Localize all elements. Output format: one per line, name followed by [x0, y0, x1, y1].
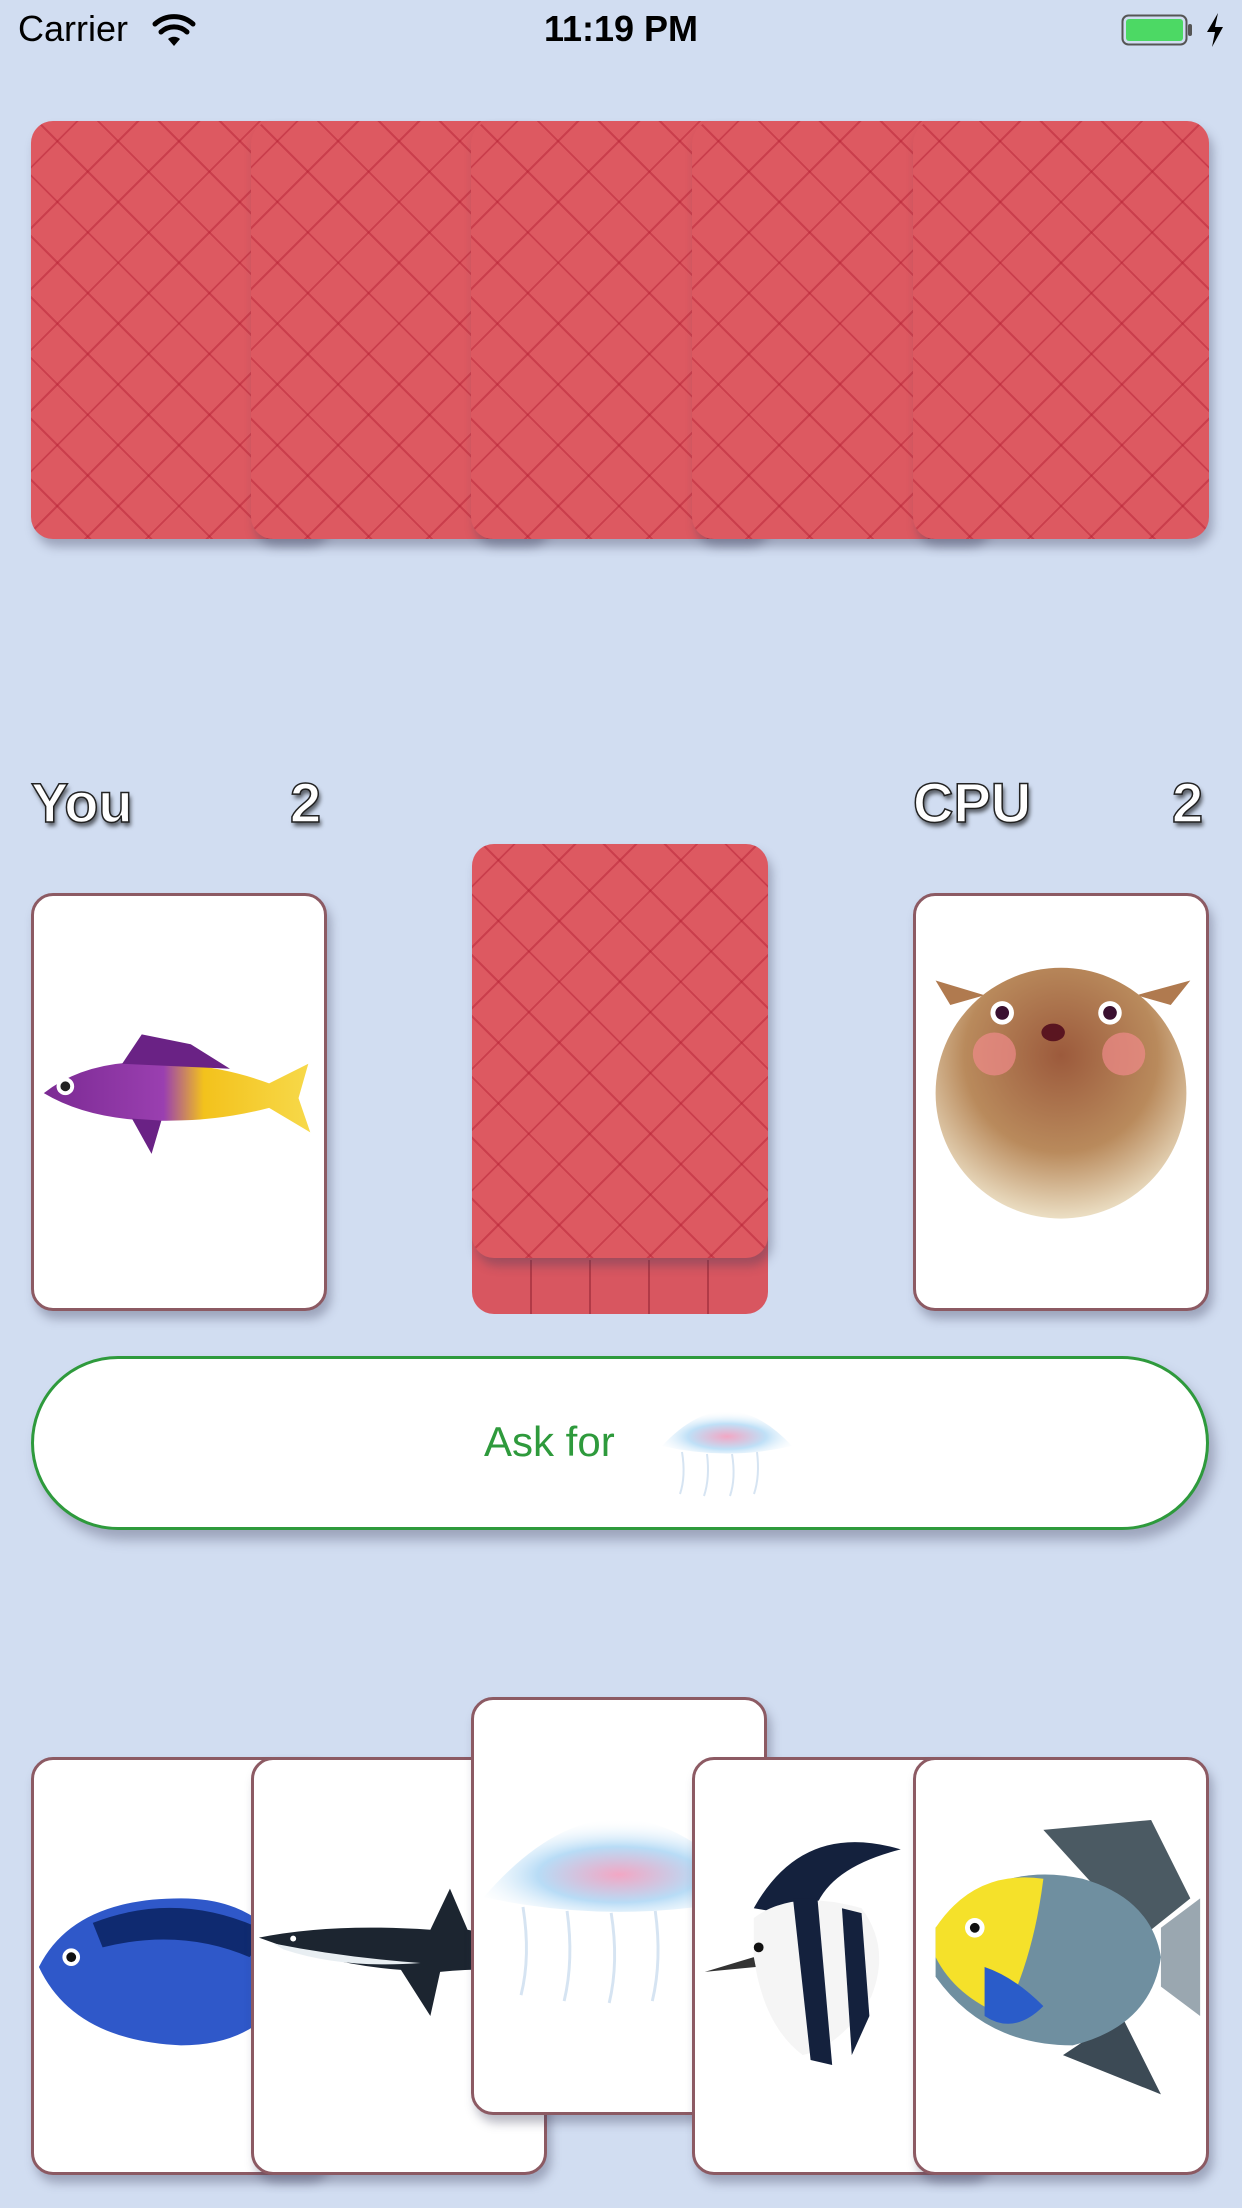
status-time: 11:19 PM — [543, 8, 699, 49]
ask-for-label: Ask for — [484, 1418, 615, 1465]
opponent-card-back — [913, 121, 1209, 539]
purple-yellow-fish-icon — [43, 1034, 311, 1154]
player-score: 2 — [289, 770, 322, 835]
cpu-label: CPU — [912, 770, 1032, 835]
ask-for-button[interactable] — [31, 1356, 1209, 1530]
charging-bolt-icon — [1207, 13, 1223, 47]
player-played-card — [31, 893, 327, 1311]
player-label: You — [30, 770, 133, 835]
jellyfish-icon — [662, 1411, 792, 1497]
hand-card-angelfish[interactable] — [913, 1757, 1209, 2175]
angelfish-icon — [935, 1820, 1201, 2095]
battery-icon — [1121, 14, 1192, 46]
pufferfish-icon — [935, 967, 1191, 1219]
draw-pile-card[interactable] — [472, 844, 768, 1258]
draw-pile-edges — [530, 1260, 709, 1314]
cpu-played-card — [913, 893, 1209, 1311]
status-bar: Carrier 11:19 PM — [0, 0, 1242, 62]
cpu-score: 2 — [1171, 770, 1204, 835]
